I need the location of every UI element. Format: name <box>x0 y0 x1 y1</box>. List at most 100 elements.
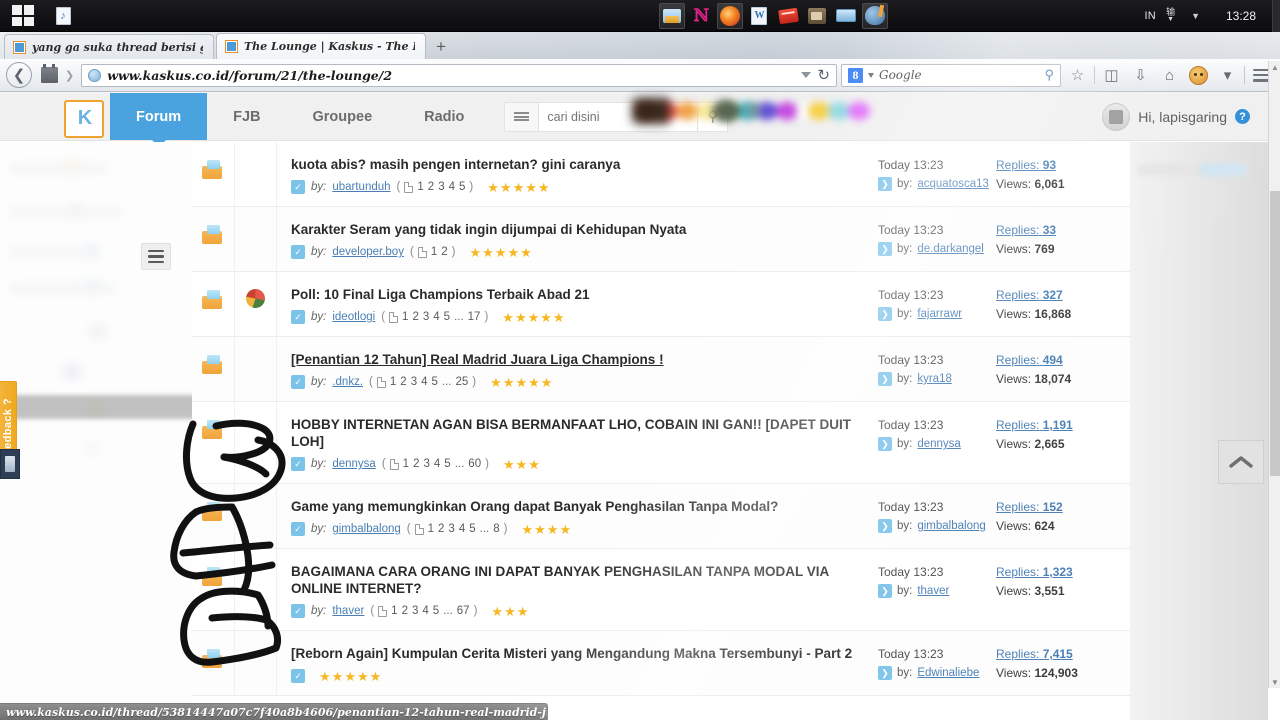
reload-icon[interactable]: ↻ <box>817 66 830 84</box>
page-link[interactable]: 4 <box>434 458 440 470</box>
site-search-field[interactable] <box>538 101 699 132</box>
thread-title-link[interactable]: Poll: 10 Final Liga Champions Terbaik Ab… <box>291 286 860 303</box>
autocomplete-dropdown-icon[interactable] <box>801 72 812 78</box>
goto-lastpost-icon[interactable]: ❯ <box>878 242 892 256</box>
page-link[interactable]: 1 <box>403 458 409 470</box>
page-link[interactable]: 1 <box>390 376 396 388</box>
goto-lastpost-icon[interactable]: ❯ <box>878 519 892 533</box>
goto-lastpost-icon[interactable]: ❯ <box>878 584 892 598</box>
page-link[interactable]: 4 <box>433 311 439 323</box>
sidebar-toggle-button[interactable] <box>141 243 171 270</box>
taskbar-brown-app-icon[interactable] <box>804 3 830 29</box>
new-tab-button[interactable]: + <box>428 35 454 59</box>
thread-select-checkbox[interactable]: ✓ <box>291 604 305 618</box>
thread-author-link[interactable]: dennysa <box>332 458 375 470</box>
tray-ime-icon[interactable]: 输 ▼ <box>1162 7 1179 24</box>
page-link[interactable]: 5 <box>444 458 450 470</box>
address-bar[interactable]: www.kaskus.co.id/forum/21/the-lounge/2 ↻ <box>81 63 837 87</box>
back-to-top-button[interactable] <box>1218 440 1264 484</box>
taskbar-red-book-icon[interactable] <box>775 3 801 29</box>
lastpost-author-link[interactable]: Edwinaliebe <box>917 667 979 679</box>
page-link[interactable]: 1 <box>431 246 437 258</box>
lastpost-author-link[interactable]: kyra18 <box>917 373 952 385</box>
thread-title-link[interactable]: Game yang memungkinkan Orang dapat Banya… <box>291 498 860 515</box>
page-link[interactable]: 2 <box>402 605 408 617</box>
replies-link[interactable]: Replies: 1,323 <box>996 565 1130 579</box>
page-link[interactable]: 2 <box>413 458 419 470</box>
page-link[interactable]: 3 <box>411 376 417 388</box>
page-link[interactable]: 2 <box>412 311 418 323</box>
table-row[interactable]: Game yang memungkinkan Orang dapat Banya… <box>192 484 1130 549</box>
kaskus-logo-icon[interactable]: K <box>64 99 104 138</box>
page-link-last[interactable]: 67 <box>457 605 470 617</box>
replies-link[interactable]: Replies: 33 <box>996 223 1130 237</box>
nav-item-forum[interactable]: Forum <box>110 93 208 140</box>
thread-author-link[interactable]: ubartunduh <box>332 181 390 193</box>
scroll-up-arrow-icon[interactable]: ▲ <box>1269 61 1280 73</box>
page-link[interactable]: 3 <box>448 523 454 535</box>
bookmarks-toolbar-icon[interactable] <box>41 64 58 83</box>
goto-lastpost-icon[interactable]: ❯ <box>878 437 892 451</box>
thread-select-checkbox[interactable]: ✓ <box>291 310 305 324</box>
help-icon[interactable]: ? <box>1235 109 1250 124</box>
page-link[interactable]: 2 <box>438 523 444 535</box>
nav-item-radio[interactable]: Radio <box>398 93 490 140</box>
lastpost-author-link[interactable]: gimbalbalong <box>917 520 985 532</box>
page-link[interactable]: 3 <box>438 181 444 193</box>
page-link-last[interactable]: 8 <box>493 523 499 535</box>
page-link[interactable]: 2 <box>400 376 406 388</box>
page-link[interactable]: 1 <box>417 181 423 193</box>
search-magnifier-icon[interactable]: ⚲ <box>1044 67 1054 83</box>
tray-clock[interactable]: 13:28 <box>1212 9 1266 23</box>
table-row[interactable]: BAGAIMANA CARA ORANG INI DAPAT BANYAK PE… <box>192 549 1130 631</box>
goto-lastpost-icon[interactable]: ❯ <box>878 666 892 680</box>
page-link[interactable]: 4 <box>459 523 465 535</box>
thread-select-checkbox[interactable]: ✓ <box>291 180 305 194</box>
lastpost-author-link[interactable]: fajarrawr <box>917 308 962 320</box>
page-link[interactable]: 3 <box>412 605 418 617</box>
scroll-down-arrow-icon[interactable]: ▼ <box>1269 676 1280 688</box>
show-desktop-button[interactable] <box>1272 0 1280 32</box>
lastpost-author-link[interactable]: de.darkangel <box>917 243 984 255</box>
taskbar-paint-icon[interactable] <box>862 2 889 29</box>
table-row[interactable]: Poll: 10 Final Liga Champions Terbaik Ab… <box>192 272 1130 337</box>
persona-icon[interactable] <box>1186 63 1211 88</box>
feedback-secondary-icon[interactable] <box>0 449 20 479</box>
search-engine-chevron-icon[interactable] <box>868 72 874 78</box>
thread-title-link[interactable]: Karakter Seram yang tidak ingin dijumpai… <box>291 221 860 238</box>
taskbar-music-icon[interactable]: ♪ <box>50 3 76 29</box>
start-button[interactable] <box>0 0 46 32</box>
replies-link[interactable]: Replies: 93 <box>996 158 1130 172</box>
bookmark-star-icon[interactable]: ☆ <box>1065 63 1090 88</box>
thread-author-link[interactable]: thaver <box>332 605 364 617</box>
downloads-icon[interactable]: ⇩ <box>1128 63 1153 88</box>
back-button[interactable]: ❮ <box>6 62 32 88</box>
browser-search-bar[interactable]: 8 Google ⚲ <box>841 63 1061 87</box>
page-scrollbar[interactable]: ▲ ▼ <box>1268 61 1280 688</box>
browser-tab-2[interactable]: The Lounge | Kaskus - The Largest I.. <box>216 33 426 59</box>
taskbar-firefox-icon[interactable] <box>717 2 744 29</box>
taskbar-keyboard-icon[interactable] <box>833 3 859 29</box>
thread-title-link[interactable]: [Reborn Again] Kumpulan Cerita Misteri y… <box>291 645 860 662</box>
page-link-last[interactable]: 17 <box>468 311 481 323</box>
page-link[interactable]: 4 <box>421 376 427 388</box>
thread-title-link[interactable]: BAGAIMANA CARA ORANG INI DAPAT BANYAK PE… <box>291 563 860 597</box>
page-link-last[interactable]: 25 <box>456 376 469 388</box>
tray-language[interactable]: IN <box>1138 10 1162 22</box>
home-icon[interactable]: ⌂ <box>1157 63 1182 88</box>
page-link[interactable]: 5 <box>433 605 439 617</box>
goto-lastpost-icon[interactable]: ❯ <box>878 372 892 386</box>
thread-select-checkbox[interactable]: ✓ <box>291 375 305 389</box>
replies-link[interactable]: Replies: 152 <box>996 500 1130 514</box>
taskbar-word-icon[interactable]: W <box>746 3 772 29</box>
reading-list-icon[interactable]: ◫ <box>1099 63 1124 88</box>
site-category-menu-icon[interactable] <box>504 101 539 132</box>
page-link[interactable]: 5 <box>444 311 450 323</box>
tray-expand-icon[interactable]: ▼ <box>1179 11 1212 21</box>
chevron-down-icon[interactable]: ▾ <box>1215 63 1240 88</box>
thread-author-link[interactable]: gimbalbalong <box>332 523 400 535</box>
thread-select-checkbox[interactable]: ✓ <box>291 457 305 471</box>
lastpost-author-link[interactable]: thaver <box>917 585 949 597</box>
goto-lastpost-icon[interactable]: ❯ <box>878 177 892 191</box>
page-link[interactable]: 1 <box>428 523 434 535</box>
